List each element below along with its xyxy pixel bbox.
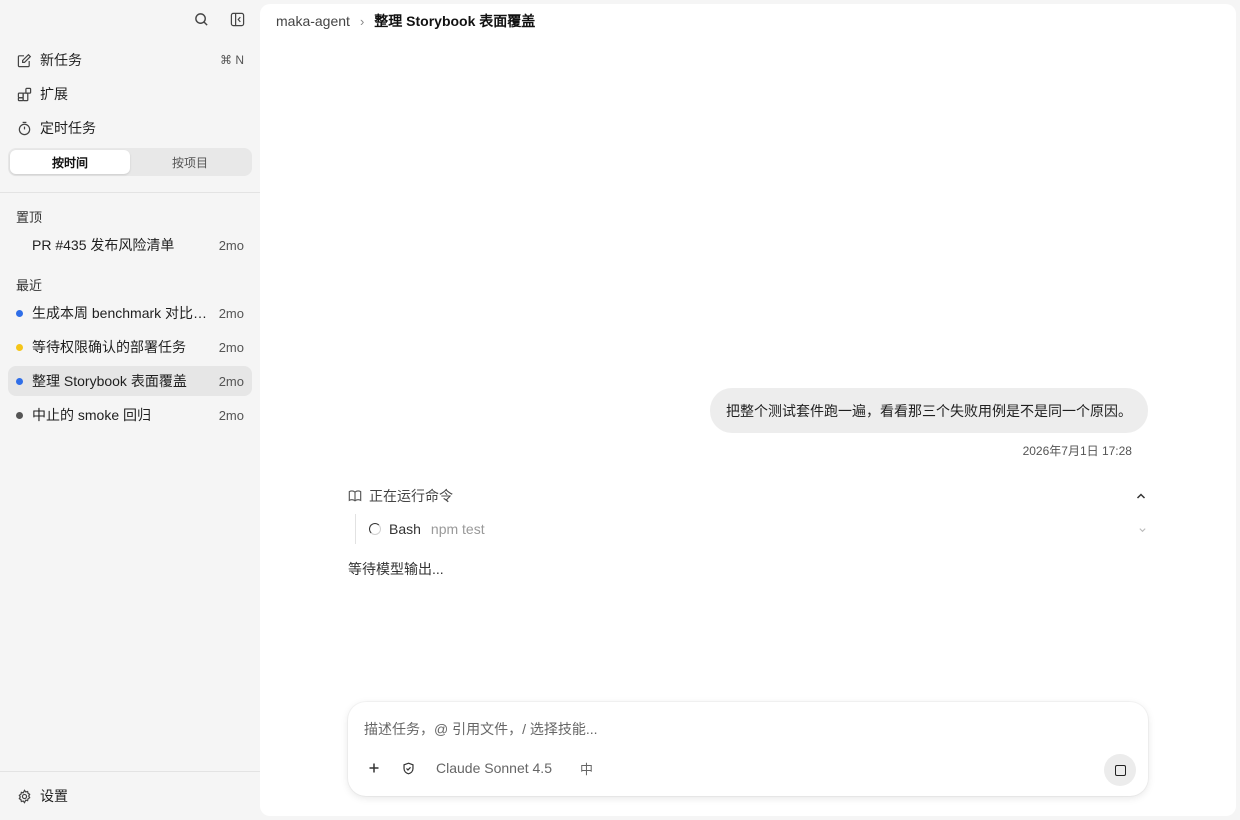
book-icon: [348, 489, 362, 503]
sidebar-top-icons: [192, 10, 246, 28]
message-timestamp: 2026年7月1日 17:28: [1022, 444, 1132, 458]
tool-name: Bash: [389, 521, 421, 537]
breadcrumb: maka-agent › 整理 Storybook 表面覆盖: [276, 12, 535, 30]
status-dot: [16, 242, 23, 249]
search-icon[interactable]: [192, 10, 210, 28]
run-status-header[interactable]: 正在运行命令: [348, 486, 1148, 506]
task-title: 等待权限确认的部署任务: [32, 339, 186, 355]
chevron-down-icon[interactable]: [1138, 524, 1148, 534]
settings-label: 设置: [40, 788, 68, 804]
segment-by-time[interactable]: 按时间: [10, 150, 130, 174]
task-age: 2mo: [218, 407, 244, 423]
nav-label: 扩展: [40, 86, 68, 102]
main-panel: maka-agent › 整理 Storybook 表面覆盖 把整个测试套件跑一…: [260, 4, 1236, 816]
task-item[interactable]: 中止的 smoke 回归 2mo: [8, 400, 252, 430]
task-item[interactable]: 等待权限确认的部署任务 2mo: [8, 332, 252, 362]
composer-input[interactable]: 描述任务，@ 引用文件，/ 选择技能...: [364, 719, 598, 739]
task-age: 2mo: [218, 339, 244, 355]
spinner-icon: [369, 523, 381, 535]
composer-toolbar: Claude Sonnet 4.5 中: [364, 758, 593, 778]
task-title: 整理 Storybook 表面覆盖: [32, 373, 187, 389]
gear-icon: [16, 788, 32, 804]
sidebar-bottom-divider: [0, 771, 260, 772]
stop-button[interactable]: [1104, 754, 1136, 786]
task-age: 2mo: [218, 237, 244, 253]
user-message-bubble: 把整个测试套件跑一遍，看看那三个失败用例是不是同一个原因。: [710, 388, 1148, 433]
task-title: PR #435 发布风险清单: [32, 237, 175, 253]
breadcrumb-project[interactable]: maka-agent: [276, 13, 350, 29]
task-item-active[interactable]: 整理 Storybook 表面覆盖 2mo: [8, 366, 252, 396]
tool-command: npm test: [430, 521, 485, 537]
composer: 描述任务，@ 引用文件，/ 选择技能... Claude Sonnet 4.5 …: [348, 702, 1148, 796]
nav-extensions[interactable]: 扩展: [8, 79, 252, 109]
task-age: 2mo: [218, 305, 244, 321]
collapse-sidebar-icon[interactable]: [228, 10, 246, 28]
nav-label: 新任务: [40, 52, 82, 68]
task-item[interactable]: PR #435 发布风险清单 2mo: [8, 230, 252, 260]
nav-new-task[interactable]: 新任务 ⌘ N: [8, 45, 252, 75]
task-item[interactable]: 生成本周 benchmark 对比报告 2mo: [8, 298, 252, 328]
task-age: 2mo: [218, 373, 244, 389]
timer-icon: [16, 120, 32, 136]
status-dot: [16, 309, 23, 317]
nav-label: 定时任务: [40, 120, 96, 136]
tool-call-row[interactable]: Bash npm test: [355, 514, 1148, 544]
waiting-text: 等待模型输出...: [348, 561, 444, 577]
extensions-icon: [16, 86, 32, 102]
breadcrumb-separator: ›: [359, 13, 365, 29]
chevron-up-icon[interactable]: [1134, 489, 1148, 503]
sidebar-divider: [0, 192, 260, 193]
status-dot: [16, 411, 23, 419]
breadcrumb-current: 整理 Storybook 表面覆盖: [374, 13, 536, 29]
shield-icon[interactable]: [398, 758, 418, 778]
sidebar: 新任务 ⌘ N 扩展 定时任务 按时间 按项目 置顶 PR #435 发布风险清…: [0, 0, 260, 820]
group-by-toggle: 按时间 按项目: [8, 148, 252, 176]
task-title: 生成本周 benchmark 对比报告: [32, 305, 211, 321]
task-title: 中止的 smoke 回归: [32, 407, 152, 423]
language-toggle[interactable]: 中: [580, 759, 593, 778]
plus-icon[interactable]: [364, 758, 384, 778]
model-selector[interactable]: Claude Sonnet 4.5: [436, 760, 552, 776]
stop-icon: [1114, 764, 1126, 776]
recent-section-label: 最近: [16, 278, 43, 293]
edit-icon: [16, 52, 32, 68]
settings-button[interactable]: 设置: [8, 781, 252, 811]
status-dot: [16, 343, 23, 351]
run-status-label: 正在运行命令: [369, 488, 453, 504]
nav-scheduled-tasks[interactable]: 定时任务: [8, 113, 252, 143]
status-dot: [16, 377, 23, 385]
segment-by-project[interactable]: 按项目: [130, 150, 250, 174]
shortcut-hint: ⌘ N: [220, 53, 244, 67]
pinned-section-label: 置顶: [16, 210, 43, 225]
